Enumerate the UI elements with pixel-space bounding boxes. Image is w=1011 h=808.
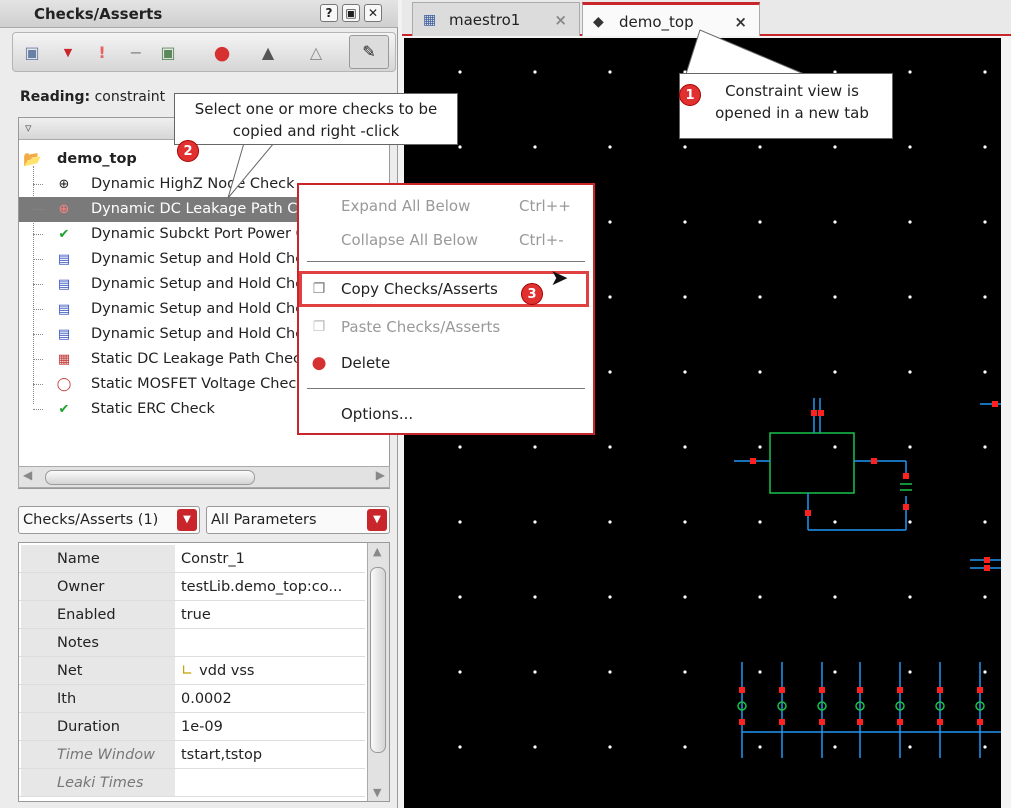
callout-text: Constraint view is opened in a new tab	[715, 82, 869, 122]
callout-2: Select one or more checks to be copied a…	[174, 93, 458, 145]
step-badge-3: 3	[521, 283, 543, 305]
callout-1: Constraint view is opened in a new tab	[679, 73, 893, 139]
callout-text: Select one or more checks to be copied a…	[194, 100, 438, 140]
step-badge-2: 2	[177, 140, 199, 162]
step-badge-1: 1	[679, 84, 701, 106]
